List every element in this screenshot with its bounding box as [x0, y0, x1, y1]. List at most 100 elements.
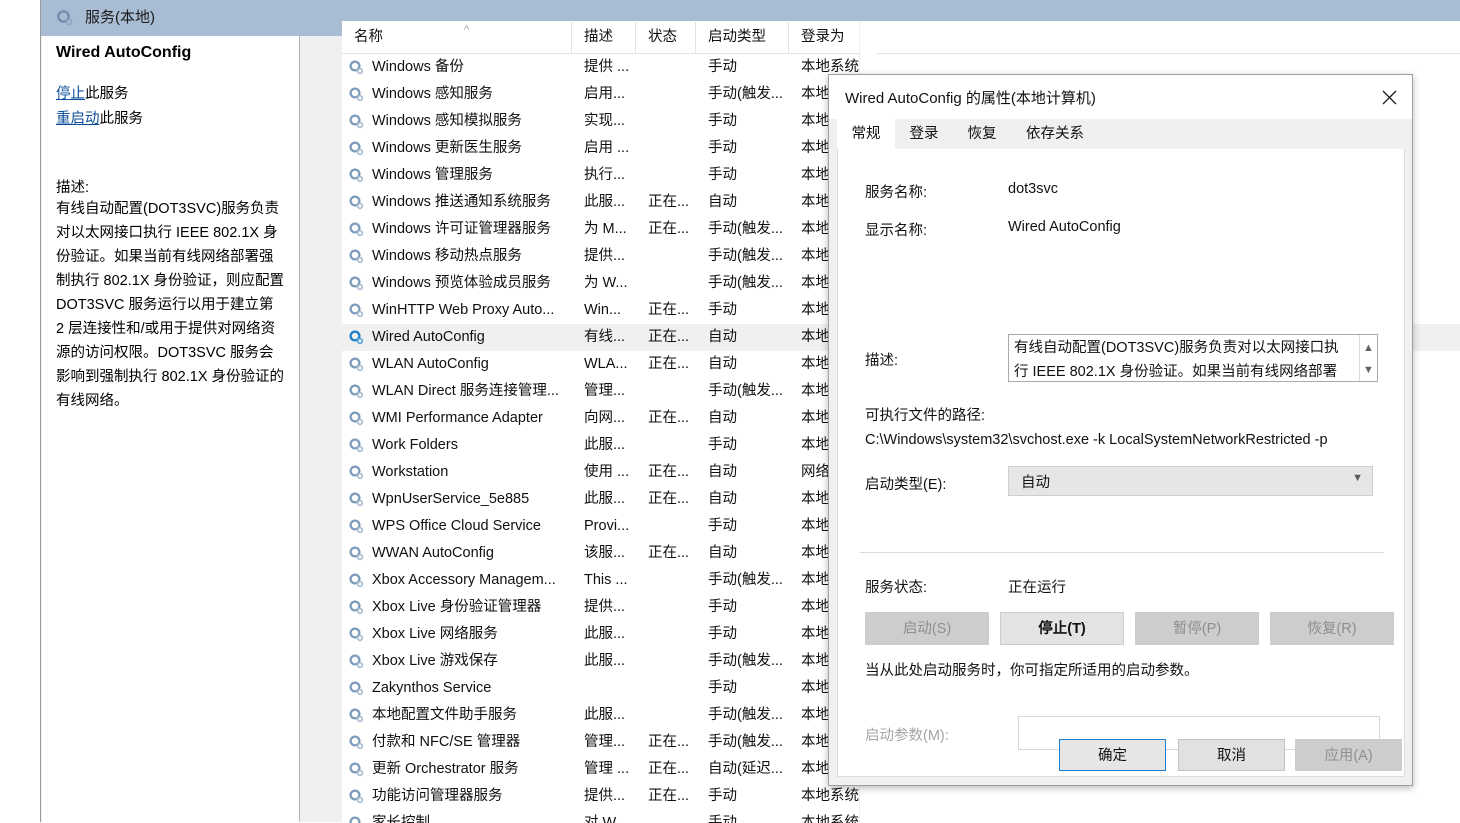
cell-name: Zakynthos Service	[372, 680, 492, 696]
executable-path-value: C:\Windows\system32\svchost.exe -k Local…	[865, 432, 1328, 448]
cell-startup: 手动(触发...	[708, 221, 783, 237]
cell-status: 正在...	[648, 221, 690, 237]
cell-description	[572, 675, 636, 702]
service-properties-dialog: Wired AutoConfig 的属性(本地计算机) 常规 登录 恢复 依存关系 服…	[828, 74, 1413, 786]
cell-status	[636, 675, 696, 702]
dialog-title-text: Wired AutoConfig 的属性(本地计算机)	[845, 90, 1096, 107]
restart-service-link-row: 重启动此服务	[56, 107, 285, 132]
start-service-button[interactable]: 启动(S)	[865, 612, 989, 645]
cell-description: 启用 ...	[584, 140, 630, 156]
startup-type-select-value: 自动	[1021, 475, 1050, 491]
cell-description: 此服...	[584, 653, 626, 669]
cell-startup: 自动	[708, 464, 737, 480]
chevron-down-icon[interactable]: ▼	[1360, 359, 1377, 381]
service-name-label: 服务名称:	[865, 185, 928, 201]
cell-name: Windows 推送通知系统服务	[372, 194, 551, 210]
start-parameters-label: 启动参数(M):	[865, 728, 949, 744]
display-name-label: 显示名称:	[865, 223, 928, 239]
cell-startup: 手动	[708, 437, 737, 453]
services-gear-icon	[55, 8, 75, 28]
cell-description: 管理...	[584, 734, 626, 750]
cell-startup: 手动	[708, 680, 737, 696]
chevron-down-icon[interactable]: ▼	[1352, 472, 1363, 484]
startup-type-label: 启动类型(E):	[865, 477, 947, 493]
cell-description: 提供...	[584, 599, 626, 615]
cell-status	[636, 702, 696, 729]
cell-description: 此服...	[584, 194, 626, 210]
stop-service-button[interactable]: 停止(T)	[1000, 612, 1124, 645]
cell-startup: 手动(触发...	[708, 653, 783, 669]
cell-name: Windows 管理服务	[372, 167, 493, 183]
pane-description-label: 描述:	[56, 180, 90, 196]
cell-startup: 手动(触发...	[708, 383, 783, 399]
start-parameters-hint: 当从此处启动服务时，你可指定所适用的启动参数。	[865, 663, 1199, 679]
description-scrollbar[interactable]: ▲ ▼	[1359, 335, 1377, 381]
cell-startup: 手动	[708, 815, 737, 823]
cell-status	[636, 270, 696, 297]
close-icon[interactable]	[1366, 75, 1412, 119]
cell-name: Windows 感知模拟服务	[372, 113, 522, 129]
tab-1[interactable]: 常规	[837, 119, 895, 149]
column-header-status[interactable]: 状态	[636, 22, 696, 53]
table-row[interactable]: 家长控制对 W... 手动 本地系统	[342, 810, 1460, 823]
cell-startup: 自动	[708, 410, 737, 426]
cell-status: 正在...	[648, 788, 690, 804]
ok-button[interactable]: 确定	[1059, 739, 1166, 771]
cell-status: 正在...	[648, 734, 690, 750]
column-header-name[interactable]: 名称	[342, 22, 572, 53]
resume-service-button[interactable]: 恢复(R)	[1270, 612, 1394, 645]
dialog-general-page: 服务名称: dot3svc 显示名称: Wired AutoConfig 描述:…	[837, 149, 1405, 777]
stop-service-link[interactable]: 停止	[56, 86, 85, 102]
cell-status	[636, 810, 696, 823]
cancel-button[interactable]: 取消	[1178, 739, 1285, 771]
executable-path-label: 可执行文件的路径:	[865, 408, 986, 424]
list-column-header-row: ^ 名称 描述 状态 启动类型 登录为	[342, 22, 1460, 54]
cell-description: 提供 ...	[584, 59, 630, 75]
cell-name: Windows 更新医生服务	[372, 140, 522, 156]
apply-button[interactable]: 应用(A)	[1295, 739, 1402, 771]
restart-service-link-tail: 此服务	[99, 111, 144, 127]
cell-status	[636, 594, 696, 621]
cell-name: WMI Performance Adapter	[372, 410, 543, 426]
cell-name: Windows 许可证管理器服务	[372, 221, 551, 237]
cell-startup: 手动(触发...	[708, 707, 783, 723]
tab-4[interactable]: 依存关系	[1011, 119, 1099, 149]
cell-startup: 手动(触发...	[708, 248, 783, 264]
cell-name: Xbox Live 游戏保存	[372, 653, 498, 669]
cell-name: Work Folders	[372, 437, 458, 453]
tab-2[interactable]: 登录	[895, 119, 953, 149]
cell-name: 家长控制	[372, 815, 430, 823]
cell-status: 正在...	[648, 545, 690, 561]
tab-3[interactable]: 恢复	[953, 119, 1011, 149]
cell-description: Provi...	[584, 518, 630, 534]
cell-status	[636, 648, 696, 675]
cell-description: 该服...	[584, 545, 626, 561]
cell-description: 管理...	[584, 383, 626, 399]
cell-name: WpnUserService_5e885	[372, 491, 530, 507]
table-row[interactable]: 功能访问管理器服务 提供... 正在... 手动 本地系统	[342, 783, 1460, 810]
cell-startup: 手动	[708, 140, 737, 156]
cell-description: 对 W...	[584, 815, 628, 823]
description-textbox[interactable]: 有线自动配置(DOT3SVC)服务负责对以太网接口执行 IEEE 802.1X …	[1008, 334, 1378, 382]
chevron-up-icon[interactable]: ▲	[1360, 337, 1377, 359]
cell-name: WinHTTP Web Proxy Auto...	[372, 302, 555, 318]
cell-status	[636, 81, 696, 108]
cell-status: 正在...	[648, 410, 690, 426]
pause-service-button[interactable]: 暂停(P)	[1135, 612, 1259, 645]
cell-name: Xbox Live 身份验证管理器	[372, 599, 542, 615]
cell-status	[636, 108, 696, 135]
service-status-value: 正在运行	[1008, 580, 1066, 596]
cell-name: WLAN Direct 服务连接管理...	[372, 383, 559, 399]
column-header-description[interactable]: 描述	[572, 22, 636, 53]
cell-description: 提供...	[584, 788, 626, 804]
service-status-label: 服务状态:	[865, 580, 928, 596]
stop-service-link-row: 停止此服务	[56, 82, 285, 107]
cell-status	[636, 378, 696, 405]
cell-name: Windows 备份	[372, 59, 464, 75]
column-header-startup[interactable]: 启动类型	[696, 22, 789, 53]
cell-status: 正在...	[648, 329, 690, 345]
restart-service-link[interactable]: 重启动	[56, 111, 100, 127]
startup-type-select[interactable]: 自动 ▼	[1008, 466, 1373, 496]
cell-status	[636, 135, 696, 162]
cell-startup: 自动	[708, 194, 737, 210]
